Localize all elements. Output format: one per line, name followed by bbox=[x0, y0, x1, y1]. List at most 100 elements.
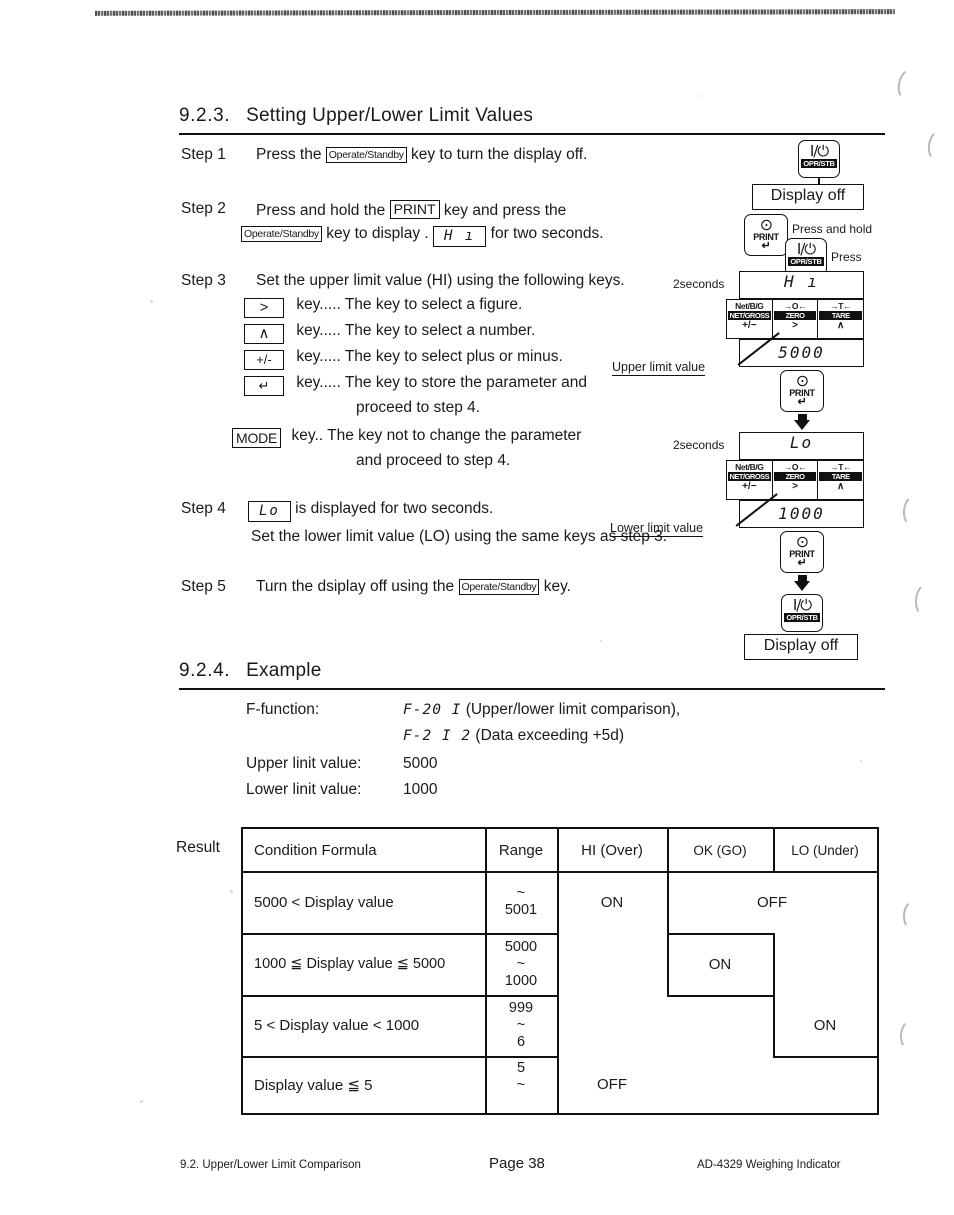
right-arrow-label: > bbox=[792, 320, 798, 331]
mode-key-icon: MODE bbox=[232, 428, 282, 448]
net-bg-label: Net/B/G bbox=[735, 301, 764, 311]
tare-arrow-icon: →T← bbox=[830, 301, 852, 311]
range-upper: 5000 bbox=[504, 938, 538, 955]
scan-speck bbox=[230, 890, 233, 893]
plus-minus-key-icon: +/- bbox=[244, 350, 284, 370]
table-header-hi: HI (Over) bbox=[581, 841, 643, 859]
opr-stb-key-3: I/⏻ OPR/STB bbox=[781, 594, 823, 632]
step-4-label: Step 4 bbox=[181, 500, 226, 517]
f-function-code: F-20 I bbox=[403, 702, 462, 718]
tare-arrow-icon: →T← bbox=[830, 462, 852, 472]
range-upper: 5 bbox=[516, 1060, 526, 1076]
tare-key: →T← TARE ∧ bbox=[818, 461, 863, 499]
print-key-store-lower: ⊙ PRINT ↵ bbox=[780, 531, 824, 573]
table-cell-lo: OFF bbox=[757, 893, 787, 911]
range-tilde: ~ bbox=[516, 955, 526, 972]
example-row-value: F-2 I 2 (Data exceeding +5d) bbox=[403, 727, 624, 745]
example-row-value: 1000 bbox=[403, 781, 438, 798]
print-return-arrow-icon: ↵ bbox=[797, 557, 807, 569]
print-circle-icon: ⊙ bbox=[759, 215, 773, 234]
f-function-note: (Upper/lower limit comparison), bbox=[465, 701, 681, 718]
step-3-key-desc: key..... The key to select a number. bbox=[296, 322, 536, 339]
step-2-tail: for two seconds. bbox=[490, 225, 604, 242]
flow-arrow-down bbox=[794, 420, 810, 430]
upper-limit-display: 5000 bbox=[739, 339, 864, 367]
table-cell-formula: 5 < Display value < 1000 bbox=[254, 1017, 420, 1034]
operation-flow-diagram: I/⏻ OPR/STB Display off ⊙ PRINT ↵ Press … bbox=[610, 138, 906, 660]
table-merge-rule bbox=[773, 1056, 877, 1058]
opr-stb-caption: OPR/STB bbox=[784, 613, 820, 622]
binder-hole-artifact bbox=[925, 128, 953, 164]
table-cell-lo: ON bbox=[813, 1017, 837, 1034]
lo-display-inline: Lo bbox=[248, 501, 291, 522]
heading-rule bbox=[179, 133, 885, 135]
example-row-label: Upper linit value: bbox=[246, 755, 362, 772]
range-tilde: ~ bbox=[516, 885, 526, 901]
operate-standby-key-inline: Operate/Standby bbox=[458, 579, 540, 595]
table-cell-range: ~ 5001 bbox=[485, 871, 557, 933]
binder-hole-artifact bbox=[913, 581, 939, 619]
footer-page-number: Page 38 bbox=[489, 1155, 545, 1172]
scan-edge-artifact bbox=[94, 9, 896, 16]
table-merge-rule bbox=[667, 995, 775, 997]
press-and-hold-label: Press and hold bbox=[792, 222, 873, 236]
right-arrow-key-icon: > bbox=[244, 298, 284, 318]
zero-label: ZERO bbox=[773, 311, 817, 320]
step-5-label: Step 5 bbox=[181, 578, 226, 595]
step-1-after: key to turn the display off. bbox=[411, 146, 588, 163]
step-4-line-2: Set the lower limit value (LO) using the… bbox=[251, 528, 668, 545]
lower-limit-value-label: Lower limit value bbox=[610, 521, 704, 537]
step-2-line-2: Operate/Standby key to display . H ı for… bbox=[241, 225, 604, 247]
net-gross-key: Net/B/G NET/GROSS +/− bbox=[727, 300, 773, 338]
step-3-label: Step 3 bbox=[181, 272, 226, 289]
example-row-label: F-function: bbox=[246, 701, 320, 718]
scan-speck bbox=[700, 95, 702, 97]
table-col-rule bbox=[773, 829, 775, 871]
footer-right: AD-4329 Weighing Indicator bbox=[697, 1159, 841, 1171]
section-title: Example bbox=[246, 660, 322, 681]
step-3-key-enter-cont: proceed to step 4. bbox=[356, 399, 481, 416]
key-row-upper: Net/B/G NET/GROSS +/− →O← ZERO > →T← TAR… bbox=[726, 299, 864, 339]
net-gross-key: Net/B/G NET/GROSS +/− bbox=[727, 461, 773, 499]
opr-stb-key-1: I/⏻ OPR/STB bbox=[798, 140, 840, 178]
section-heading-923: 9.2.3. Setting Upper/Lower Limit Values bbox=[179, 105, 533, 127]
power-icon: I/⏻ bbox=[796, 240, 816, 258]
section-number: 9.2.4. bbox=[179, 660, 231, 681]
operate-standby-key-inline: Operate/Standby bbox=[325, 147, 407, 163]
net-bg-label: Net/B/G bbox=[735, 462, 764, 472]
press-label: Press bbox=[831, 250, 862, 264]
table-header-range: Range bbox=[498, 841, 544, 859]
zero-arrow-icon: →O← bbox=[783, 462, 807, 472]
table-cell-formula: 1000 ≦ Display value ≦ 5000 bbox=[254, 956, 446, 972]
plus-minus-label: +/− bbox=[742, 481, 757, 492]
step-5-before: Turn the dsiplay off using the bbox=[256, 578, 455, 595]
print-key-inline: PRINT bbox=[389, 200, 440, 219]
print-key-hold: ⊙ PRINT ↵ bbox=[744, 214, 788, 256]
zero-arrow-icon: →O← bbox=[783, 301, 807, 311]
table-merge-rule bbox=[773, 933, 775, 995]
step-3-key-mode-cont: and proceed to step 4. bbox=[356, 452, 511, 469]
display-off-box-2: Display off bbox=[744, 634, 858, 660]
range-lower: 5001 bbox=[504, 902, 538, 918]
step-2-mid: key to display . bbox=[326, 225, 429, 242]
range-lower: 6 bbox=[516, 1034, 526, 1050]
table-header-condition: Condition Formula bbox=[254, 841, 377, 859]
step-2-line-1: Press and hold the PRINT key and press t… bbox=[256, 200, 566, 220]
step-4-after: is displayed for two seconds. bbox=[295, 500, 494, 517]
binder-hole-artifact bbox=[898, 1019, 922, 1051]
hi-display-inline: H ı bbox=[433, 226, 487, 247]
scan-speck bbox=[140, 1100, 143, 1103]
section-title: Setting Upper/Lower Limit Values bbox=[246, 105, 534, 126]
f-function-code: F-2 I 2 bbox=[403, 728, 472, 744]
two-seconds-label-1: 2seconds bbox=[673, 277, 725, 291]
heading-rule bbox=[179, 688, 885, 690]
table-cell-formula: Display value ≦ 5 bbox=[254, 1076, 373, 1094]
step-1-text: Press the Operate/Standby key to turn th… bbox=[256, 146, 587, 164]
opr-stb-caption: OPR/STB bbox=[801, 159, 837, 168]
step-2-after: key and press the bbox=[443, 202, 567, 219]
example-row-label: Lower linit value: bbox=[246, 781, 362, 798]
tare-label: TARE bbox=[819, 311, 863, 320]
print-return-arrow-icon: ↵ bbox=[761, 240, 771, 252]
table-cell-range: 5 ~ bbox=[485, 1056, 557, 1113]
print-return-arrow-icon: ↵ bbox=[797, 396, 807, 408]
